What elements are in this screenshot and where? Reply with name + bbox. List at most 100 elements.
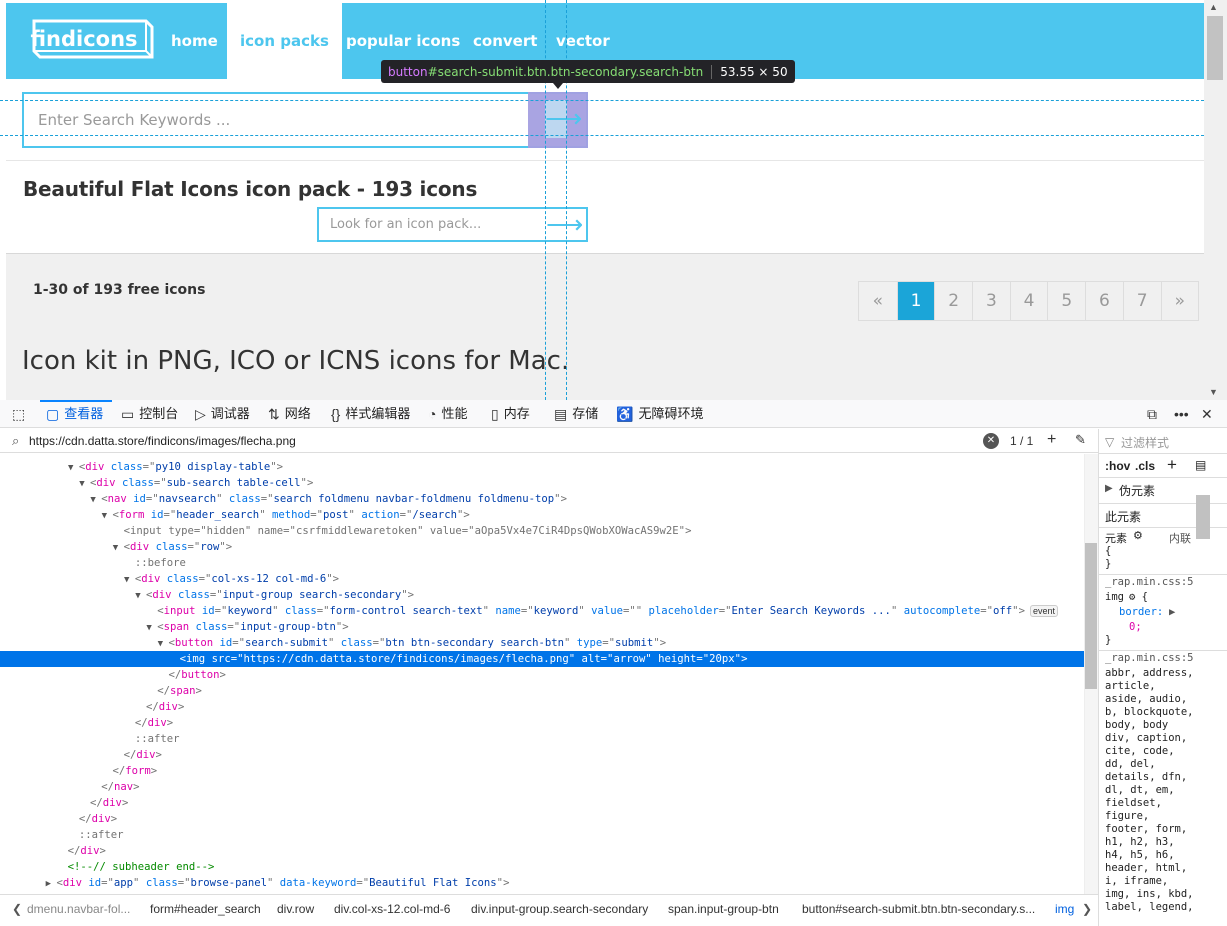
rule-property[interactable]: border: (1119, 606, 1163, 618)
expand-toggle-icon[interactable]: ▼ (124, 575, 135, 585)
collapse-toggle-icon[interactable]: ▶ (46, 879, 57, 889)
expand-toggle-icon[interactable]: ▼ (102, 511, 113, 521)
breadcrumb-item[interactable]: div.input-group.search-secondary (471, 902, 648, 916)
tab-accessibility[interactable]: ♿ 无障碍环境 (616, 400, 703, 428)
markup-search-bar[interactable]: ⌕ https://cdn.datta.store/findicons/imag… (0, 429, 1098, 453)
page-5[interactable]: 5 (1047, 282, 1085, 320)
scroll-down-icon[interactable]: ▼ (1209, 387, 1218, 397)
breadcrumb-item[interactable]: div.col-xs-12.col-md-6 (334, 902, 450, 916)
tab-storage[interactable]: ▤ 存储 (554, 400, 598, 428)
expand-property-icon[interactable]: ▶ (1169, 606, 1175, 618)
logo[interactable]: findicons (26, 15, 154, 61)
hov-toggle[interactable]: :hov (1105, 459, 1130, 473)
page-4[interactable]: 4 (1009, 282, 1048, 320)
clear-search-icon[interactable]: ✕ (983, 433, 999, 449)
filter-styles-input[interactable]: 过滤样式 (1121, 434, 1169, 451)
markup-node[interactable]: <img src="https://cdn.datta.store/findic… (0, 651, 1084, 667)
markup-node[interactable]: <input id="keyword" class="form-control … (0, 603, 1084, 619)
markup-node[interactable]: ▼ <div class="col-xs-12 col-md-6"> (0, 571, 1084, 587)
expand-toggle-icon[interactable]: ▼ (68, 463, 79, 473)
breadcrumb-item[interactable]: button#search-submit.btn.btn-secondary.s… (802, 902, 1035, 916)
markup-node[interactable]: ::before (0, 555, 1084, 571)
markup-node[interactable]: ▼ <span class="input-group-btn"> (0, 619, 1084, 635)
dock-icon[interactable]: ⧉ (1147, 400, 1157, 428)
rule-source-link[interactable]: _rap.min.css:5 (1105, 652, 1194, 664)
markup-node[interactable]: </div> (0, 715, 1084, 731)
markup-node[interactable]: ::after (0, 731, 1084, 747)
tab-inspector[interactable]: ▢ 查看器 (46, 400, 103, 428)
markup-node[interactable]: </span> (0, 683, 1084, 699)
breadcrumb-item[interactable]: dmenu.navbar-fol... (27, 902, 130, 916)
page-2[interactable]: 2 (934, 282, 972, 320)
scroll-up-icon[interactable]: ▲ (1209, 2, 1218, 12)
tag-name: div (91, 813, 111, 825)
expand-toggle-icon[interactable]: ▼ (79, 479, 90, 489)
breadcrumb-scroll-right-icon[interactable]: ❯ (1082, 902, 1092, 916)
markup-node[interactable]: ▼ <div class="input-group search-seconda… (0, 587, 1084, 603)
breadcrumb-item[interactable]: div.row (277, 902, 314, 916)
markup-node[interactable]: </div> (0, 747, 1084, 763)
tab-performance[interactable]: ◔ 性能 (428, 400, 467, 428)
page-scrollbar-thumb[interactable] (1207, 16, 1223, 80)
expand-toggle-icon[interactable]: ▼ (135, 591, 146, 601)
tab-memory[interactable]: ▯ 内存 (491, 400, 530, 428)
breadcrumb-scroll-left-icon[interactable]: ❮ (12, 902, 22, 916)
markup-node[interactable]: ▼ <button id="search-submit" class="btn … (0, 635, 1084, 651)
markup-node[interactable]: </div> (0, 811, 1084, 827)
breadcrumb-item[interactable]: form#header_search (150, 902, 261, 916)
tab-debugger[interactable]: ▷ 调试器 (195, 400, 250, 428)
markup-node[interactable]: ▼ <div class="sub-search table-cell"> (0, 475, 1084, 491)
page-6[interactable]: 6 (1085, 282, 1123, 320)
expand-toggle-icon[interactable]: ▼ (113, 543, 124, 553)
page-3[interactable]: 3 (972, 282, 1010, 320)
markup-node[interactable]: </div> (0, 843, 1084, 859)
element-picker-icon[interactable]: ⚙ (1133, 529, 1143, 542)
add-node-icon[interactable]: + (1047, 431, 1056, 449)
event-badge[interactable]: event (1029, 605, 1058, 617)
breadcrumb-item[interactable]: img (1055, 902, 1074, 916)
markup-node[interactable]: </nav> (0, 779, 1084, 795)
rules-scrollbar-thumb[interactable] (1196, 495, 1210, 539)
markup-node[interactable]: ▼ <div class="py10 display-table"> (0, 459, 1084, 475)
markup-node[interactable]: </div> (0, 795, 1084, 811)
markup-node[interactable]: <!--// subheader end--> (0, 859, 1084, 875)
pack-search-arrow-icon[interactable]: ⟶ (546, 211, 583, 237)
page-prev[interactable]: « (859, 282, 897, 320)
tag-name: input (130, 525, 162, 537)
breadcrumb-item[interactable]: span.input-group-btn (668, 902, 779, 916)
markup-node[interactable]: ▼ <nav id="navsearch" class="search fold… (0, 491, 1084, 507)
expand-pseudo-icon[interactable]: ▶ (1105, 483, 1113, 494)
expand-toggle-icon[interactable]: ▼ (146, 623, 157, 633)
markup-node[interactable]: ▼ <div class="row"> (0, 539, 1084, 555)
rule-source-link[interactable]: _rap.min.css:5 (1105, 576, 1194, 588)
page-7[interactable]: 7 (1122, 282, 1161, 320)
nav-home[interactable]: home (171, 3, 218, 79)
eyedropper-icon[interactable]: ✎ (1075, 432, 1086, 448)
rule-gear-icon[interactable]: ⚙ { (1129, 591, 1148, 603)
close-devtools-icon[interactable]: ✕ (1201, 400, 1213, 428)
markup-node[interactable]: <input type="hidden" name="csrfmiddlewar… (0, 523, 1084, 539)
markup-node[interactable]: </button> (0, 667, 1084, 683)
print-media-icon[interactable]: ▤ (1195, 458, 1206, 472)
markup-node[interactable]: ::after (0, 827, 1084, 843)
tab-console[interactable]: ▭ 控制台 (121, 400, 178, 428)
rule-value[interactable]: 0; (1129, 621, 1142, 633)
markup-node[interactable]: </form> (0, 763, 1084, 779)
markup-scrollbar-thumb[interactable] (1085, 543, 1097, 689)
page-next[interactable]: » (1160, 282, 1199, 320)
markup-node[interactable]: </div> (0, 699, 1084, 715)
markup-search-input[interactable]: https://cdn.datta.store/findicons/images… (29, 434, 296, 448)
tab-style-editor[interactable]: {} 样式编辑器 (331, 400, 410, 428)
markup-node[interactable]: ▶ <div id="app" class="browse-panel" dat… (0, 875, 1084, 891)
add-rule-icon[interactable]: + (1167, 455, 1177, 475)
nav-icon-packs[interactable]: icon packs (227, 3, 342, 79)
tab-network[interactable]: ⇅ 网络 (268, 400, 311, 428)
expand-toggle-icon[interactable]: ▼ (90, 495, 101, 505)
expand-toggle-icon[interactable]: ▼ (158, 639, 169, 649)
markup-node[interactable]: ▼ <form id="header_search" method="post"… (0, 507, 1084, 523)
more-options-icon[interactable]: ••• (1174, 400, 1189, 428)
cls-toggle[interactable]: .cls (1135, 459, 1155, 473)
pick-element-icon[interactable]: ⬚ (12, 400, 25, 428)
pseudo-elements-label[interactable]: 伪元素 (1119, 482, 1155, 499)
page-1[interactable]: 1 (896, 282, 935, 320)
